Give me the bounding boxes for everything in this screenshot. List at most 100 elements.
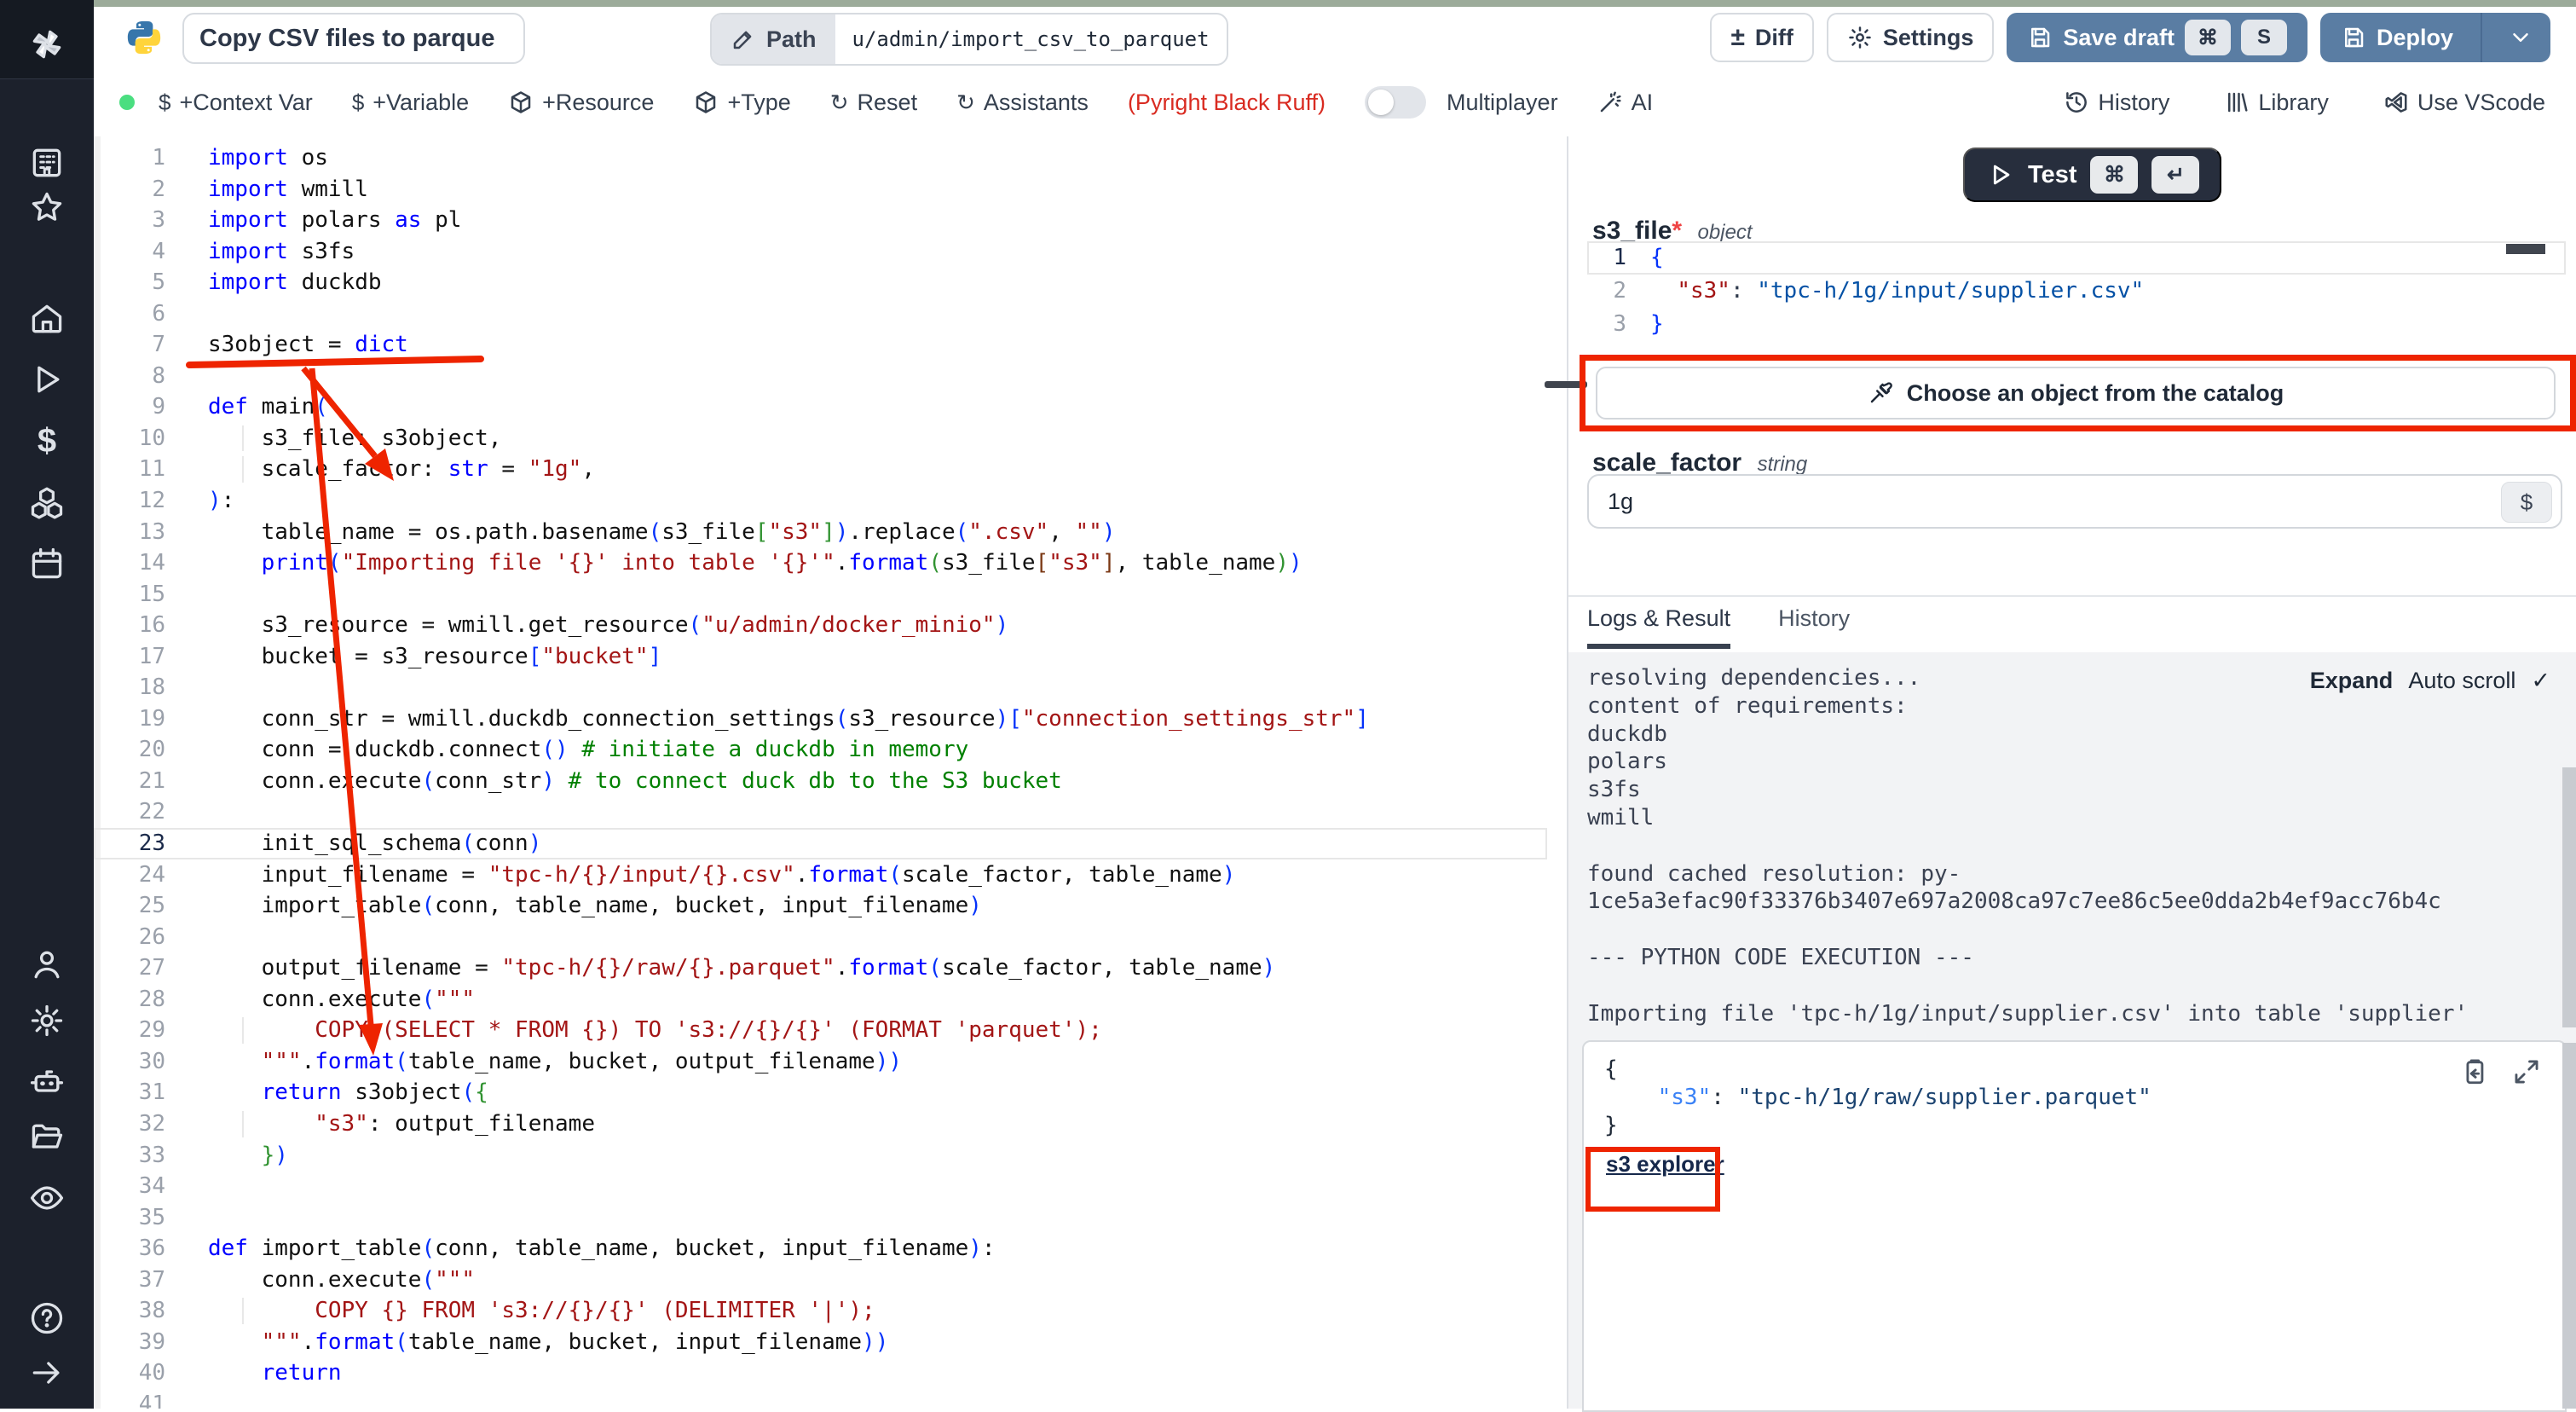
json-editor-line[interactable]: 1{: [1587, 241, 2566, 275]
json-editor-line[interactable]: 3}: [1587, 308, 2566, 341]
multiplayer-toggle[interactable]: [1365, 86, 1426, 119]
expand-sidebar-arrow-icon[interactable]: [28, 1354, 66, 1392]
code-line[interactable]: 17 bucket = s3_resource["bucket"]: [94, 641, 1567, 673]
code-line[interactable]: 15: [94, 579, 1567, 611]
code-line[interactable]: 9def main(: [94, 391, 1567, 423]
copy-result-icon[interactable]: [2459, 1057, 2488, 1086]
users-icon[interactable]: [28, 946, 66, 983]
scale-factor-input[interactable]: 1g $: [1587, 474, 2562, 529]
tab-history[interactable]: History: [1778, 605, 1850, 649]
save-icon: [2027, 25, 2053, 50]
schedules-icon[interactable]: [28, 545, 66, 582]
code-line[interactable]: 29 COPY (SELECT * FROM {}) TO 's3://{}/{…: [94, 1015, 1567, 1046]
s3-file-json-editor[interactable]: 1{2 "s3": "tpc-h/1g/input/supplier.csv"3…: [1587, 241, 2566, 341]
code-line[interactable]: 6: [94, 298, 1567, 330]
code-line[interactable]: 12):: [94, 485, 1567, 517]
code-line[interactable]: 37 conn.execute(""": [94, 1264, 1567, 1296]
code-line[interactable]: 11 scale_factor: str = "1g",: [94, 454, 1567, 485]
code-line[interactable]: 3import polars as pl: [94, 205, 1567, 236]
runs-icon[interactable]: [28, 361, 66, 398]
deploy-button[interactable]: Deploy: [2320, 13, 2550, 62]
library-button[interactable]: Library: [2224, 90, 2329, 116]
code-line[interactable]: 28 conn.execute(""": [94, 984, 1567, 1016]
code-line[interactable]: 30 """.format(table_name, bucket, output…: [94, 1046, 1567, 1078]
code-line[interactable]: 19 conn_str = wmill.duckdb_connection_se…: [94, 703, 1567, 735]
json-editor-scroll-thumb[interactable]: [2506, 244, 2545, 254]
code-line[interactable]: 31 return s3object({: [94, 1077, 1567, 1108]
code-line[interactable]: 2import wmill: [94, 174, 1567, 205]
code-line[interactable]: 7s3object = dict: [94, 329, 1567, 361]
choose-object-button[interactable]: Choose an object from the catalog: [1596, 367, 2556, 420]
favorites-star-icon[interactable]: [28, 188, 66, 226]
history-button[interactable]: History: [2064, 90, 2169, 116]
code-line[interactable]: 25 import_table(conn, table_name, bucket…: [94, 890, 1567, 922]
panel-scrollbar-thumb-lower[interactable]: [2562, 1043, 2576, 1409]
code-line[interactable]: 33 }): [94, 1140, 1567, 1172]
audit-logs-eye-icon[interactable]: [28, 1179, 66, 1217]
home-icon[interactable]: [28, 300, 66, 338]
code-editor[interactable]: 1import os2import wmill3import polars as…: [94, 136, 1567, 1409]
code-line[interactable]: 4import s3fs: [94, 236, 1567, 268]
code-line[interactable]: 10 s3_file: s3object,: [94, 423, 1567, 454]
code-line[interactable]: 13 table_name = os.path.basename(s3_file…: [94, 517, 1567, 548]
variables-icon[interactable]: $: [28, 422, 66, 460]
code-line[interactable]: 16 s3_resource = wmill.get_resource("u/a…: [94, 610, 1567, 641]
windmill-logo-icon[interactable]: [28, 26, 66, 63]
assistants-button[interactable]: ↻Assistants: [956, 90, 1089, 116]
linter-status[interactable]: (Pyright Black Ruff): [1128, 90, 1326, 116]
reset-button[interactable]: ↻Reset: [830, 90, 917, 116]
script-name-input[interactable]: Copy CSV files to parque: [182, 13, 525, 64]
s3-explorer-link[interactable]: s3 explorer: [1606, 1151, 1724, 1178]
deploy-divider: [2481, 13, 2482, 62]
resources-icon[interactable]: [28, 484, 66, 522]
code-line[interactable]: 41: [94, 1389, 1567, 1409]
add-variable-button[interactable]: $+Variable: [352, 90, 469, 116]
expand-logs-button[interactable]: Expand: [2310, 668, 2394, 694]
code-line[interactable]: 40 return: [94, 1357, 1567, 1389]
chevron-down-icon[interactable]: [2492, 25, 2549, 50]
settings-gear-icon[interactable]: [28, 1002, 66, 1039]
code-line[interactable]: 21 conn.execute(conn_str) # to connect d…: [94, 766, 1567, 797]
settings-button[interactable]: Settings: [1827, 13, 1995, 62]
save-draft-button[interactable]: Save draft ⌘ S: [2007, 13, 2307, 62]
expand-result-icon[interactable]: [2512, 1057, 2541, 1086]
code-line[interactable]: 34: [94, 1171, 1567, 1202]
workers-robot-icon[interactable]: [28, 1062, 66, 1100]
code-line[interactable]: 36def import_table(conn, table_name, buc…: [94, 1233, 1567, 1264]
add-type-button[interactable]: +Type: [693, 90, 790, 116]
code-line[interactable]: 22: [94, 796, 1567, 828]
code-line[interactable]: 32 "s3": output_filename: [94, 1108, 1567, 1140]
help-icon[interactable]: [28, 1299, 66, 1337]
json-editor-line[interactable]: 2 "s3": "tpc-h/1g/input/supplier.csv": [1587, 275, 2566, 308]
ai-button[interactable]: AI: [1597, 90, 1654, 116]
code-line[interactable]: 39 """.format(table_name, bucket, input_…: [94, 1327, 1567, 1358]
workspace-icon[interactable]: [28, 144, 66, 182]
add-resource-button[interactable]: +Resource: [508, 90, 654, 116]
code-line[interactable]: 23 init_sql_schema(conn): [94, 828, 1547, 859]
reset-icon: ↻: [830, 90, 849, 116]
code-line[interactable]: 27 output_filename = "tpc-h/{}/raw/{}.pa…: [94, 952, 1567, 984]
add-context-var-button[interactable]: $+Context Var: [159, 90, 313, 116]
path-value[interactable]: u/admin/import_csv_to_parquet: [835, 14, 1227, 64]
code-line[interactable]: 18: [94, 672, 1567, 703]
code-line[interactable]: 38 COPY {} FROM 's3://{}/{}' (DELIMITER …: [94, 1295, 1567, 1327]
code-line[interactable]: 26: [94, 922, 1567, 953]
use-vscode-button[interactable]: Use VScode: [2383, 90, 2545, 116]
folders-icon[interactable]: [28, 1119, 66, 1156]
autoscroll-label[interactable]: Auto scroll: [2408, 668, 2515, 694]
panel-scrollbar-thumb[interactable]: [2562, 767, 2576, 1027]
path-chip[interactable]: Path u/admin/import_csv_to_parquet: [710, 13, 1228, 66]
diff-button[interactable]: ± Diff: [1710, 13, 1813, 62]
tab-logs-result[interactable]: Logs & Result: [1587, 605, 1730, 649]
panel-resize-handle[interactable]: [1545, 381, 1587, 388]
code-line[interactable]: 20 conn = duckdb.connect() # initiate a …: [94, 734, 1567, 766]
code-line[interactable]: 8: [94, 361, 1567, 392]
test-button[interactable]: Test ⌘ ↵: [1963, 148, 2221, 202]
code-line[interactable]: 14 print("Importing file '{}' into table…: [94, 547, 1567, 579]
multiplayer-toggle-group[interactable]: Multiplayer: [1365, 86, 1558, 119]
insert-variable-button[interactable]: $: [2501, 482, 2552, 523]
code-line[interactable]: 24 input_filename = "tpc-h/{}/input/{}.c…: [94, 859, 1567, 891]
code-line[interactable]: 5import duckdb: [94, 267, 1567, 298]
code-line[interactable]: 1import os: [94, 142, 1567, 174]
code-line[interactable]: 35: [94, 1202, 1567, 1234]
